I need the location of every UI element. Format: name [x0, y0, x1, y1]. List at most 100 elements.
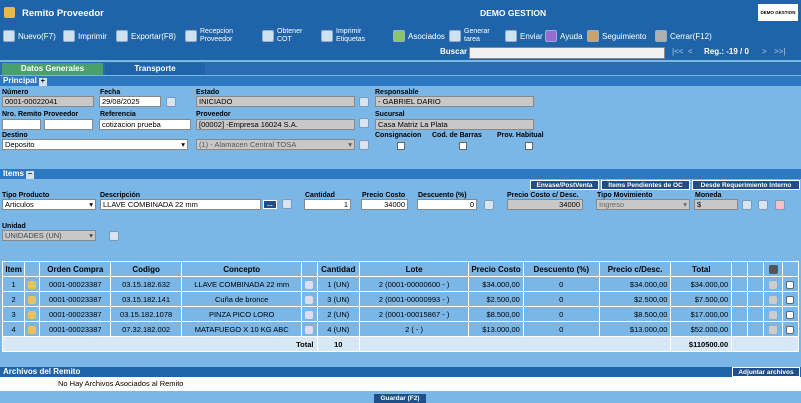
cantidad-label: Cantidad — [305, 192, 335, 199]
descripcion-lookup-button[interactable]: ... — [263, 200, 277, 209]
obtener-cot-button[interactable]: Obtener COT — [262, 26, 302, 46]
title-bar: Remito Proveedor DEMO GESTION DEMO GESTI… — [0, 0, 801, 26]
asociados-button[interactable]: Asociados — [393, 26, 445, 46]
concept-icon[interactable] — [305, 310, 314, 319]
col-precio-costo: Precio Costo — [468, 261, 524, 277]
prov-habitual-label: Prov. Habitual — [497, 132, 544, 139]
prov-habitual-checkbox[interactable] — [525, 142, 533, 150]
proveedor-field: [00002] -Empresa 16024 S.A. — [196, 119, 355, 130]
fecha-label: Fecha — [100, 89, 121, 96]
ayuda-button[interactable]: Ayuda — [545, 26, 583, 46]
order-icon[interactable] — [28, 295, 37, 304]
cancel-item-icon[interactable] — [775, 200, 785, 210]
col-precio-desc: Precio c/Desc. — [598, 261, 672, 277]
adjuntar-archivos-button[interactable]: Adjuntar archivos — [732, 367, 800, 377]
last-record-button[interactable]: >>| — [774, 47, 785, 56]
recepcion-proveedor-button[interactable]: Recepcion Proveedor — [185, 26, 233, 46]
row-checkbox[interactable] — [786, 280, 795, 289]
edit-row-icon[interactable] — [769, 280, 778, 289]
record-counter: Reg.: -19 / 0 — [704, 47, 749, 56]
concept-icon[interactable] — [305, 325, 314, 334]
table-row[interactable]: 4 0001-00023387 07.32.182.002 MATAFUEGO … — [1, 321, 800, 337]
collapse-icon[interactable]: − — [25, 171, 34, 179]
export-icon — [116, 30, 128, 42]
prev-record-button[interactable]: < — [688, 47, 693, 56]
chevron-down-icon: ▾ — [181, 140, 185, 149]
table-row[interactable]: 3 0001-00023387 03.15.182.1078 PINZA PIC… — [1, 306, 800, 322]
order-icon[interactable] — [28, 310, 37, 319]
tipo-producto-select[interactable]: Articulos ▾ — [2, 199, 96, 210]
imprimir-etiquetas-button[interactable]: Imprimir Etiquetas — [321, 26, 365, 46]
files-section-header: Archivos del Remito — [0, 367, 801, 377]
edit-item-icon[interactable] — [758, 200, 768, 210]
reception-icon — [185, 30, 197, 42]
tab-datos-generales[interactable]: Datos Generales — [2, 63, 103, 75]
descripcion-label: Descripción — [100, 192, 141, 199]
total-label: Total — [2, 336, 318, 352]
concept-icon[interactable] — [305, 295, 314, 304]
exportar-button[interactable]: Exportar(F8) — [116, 26, 176, 46]
label-icon — [321, 30, 333, 42]
row-checkbox[interactable] — [786, 295, 795, 304]
nuevo-button[interactable]: Nuevo(F7) — [3, 26, 56, 46]
responsable-field: - GABRIEL DARIO — [375, 96, 534, 107]
table-row[interactable]: 2 0001-00023387 03.15.182.141 Cuña de br… — [1, 291, 800, 307]
remito-proveedor-number[interactable] — [44, 119, 93, 130]
fecha-field[interactable]: 29/08/2025 — [99, 96, 161, 107]
descuento-field[interactable]: 0 — [417, 199, 477, 210]
envase-postventa-button[interactable]: Envase/PostVenta — [530, 180, 599, 190]
search-input[interactable] — [469, 47, 665, 59]
generar-tarea-button[interactable]: Generar tarea — [449, 26, 490, 46]
col-codigo: Codigo — [110, 261, 182, 277]
referencia-field[interactable]: cotizacion prueba — [99, 119, 191, 130]
unit-icon[interactable] — [109, 231, 119, 241]
refresh-icon[interactable] — [359, 140, 369, 150]
enviar-button[interactable]: Enviar — [505, 26, 543, 46]
order-icon[interactable] — [28, 325, 37, 334]
search-proveedor-icon[interactable] — [359, 118, 369, 128]
destino-select[interactable]: Deposito ▾ — [2, 139, 188, 150]
tab-transporte[interactable]: Transporte — [105, 63, 205, 75]
trash-icon[interactable] — [768, 264, 778, 274]
table-row[interactable]: 1 0001-00023387 03.15.182.632 LLAVE COMB… — [1, 276, 800, 292]
row-checkbox[interactable] — [786, 325, 795, 334]
cerrar-button[interactable]: Cerrar(F12) — [655, 26, 712, 46]
search-label: Buscar — [440, 47, 468, 56]
status-icon[interactable] — [359, 97, 369, 107]
edit-row-icon[interactable] — [769, 295, 778, 304]
descripcion-field[interactable]: LLAVE COMBINADA 22 mm — [100, 199, 261, 210]
edit-row-icon[interactable] — [769, 310, 778, 319]
no-files-message: No Hay Archivos Asociados al Remito — [58, 379, 184, 388]
first-record-button[interactable]: |<< — [672, 47, 683, 56]
almacen-select[interactable]: (1) - Alamacen Central TOSA ▾ — [196, 139, 355, 150]
associates-icon — [393, 30, 405, 42]
seguimiento-button[interactable]: Seguimiento — [587, 26, 646, 46]
next-record-button[interactable]: > — [762, 47, 767, 56]
new-item-icon[interactable] — [282, 199, 292, 209]
sucursal-label: Sucursal — [375, 111, 405, 118]
calendar-icon[interactable] — [166, 97, 176, 107]
codbarras-checkbox[interactable] — [459, 142, 467, 150]
destino-label: Destino — [2, 132, 28, 139]
save-item-icon[interactable] — [742, 200, 752, 210]
guardar-button[interactable]: Guardar (F2) — [374, 394, 426, 403]
desde-requerimiento-button[interactable]: Desde Requerimiento Interno — [692, 180, 800, 190]
items-pendientes-button[interactable]: Items Pendientes de OC — [601, 180, 690, 190]
toolbar: Nuevo(F7) Imprimir Exportar(F8) Recepcio… — [0, 26, 801, 46]
order-icon[interactable] — [28, 280, 37, 289]
precio-costo-field[interactable]: 34000 — [361, 199, 408, 210]
cantidad-field[interactable]: 1 — [304, 199, 351, 210]
row-checkbox[interactable] — [786, 310, 795, 319]
remito-proveedor-prefix[interactable] — [2, 119, 41, 130]
unidad-select[interactable]: UNIDADES (UN) ▾ — [2, 230, 96, 241]
concept-icon[interactable] — [305, 280, 314, 289]
tipo-movimiento-select[interactable]: Ingreso ▾ — [596, 199, 690, 210]
discount-icon[interactable] — [484, 200, 494, 210]
consignacion-checkbox[interactable] — [397, 142, 405, 150]
descuento-label: Descuento (%) — [418, 192, 467, 199]
expand-icon[interactable]: + — [38, 78, 47, 86]
chevron-down-icon: ▾ — [89, 231, 93, 240]
imprimir-button[interactable]: Imprimir — [63, 26, 107, 46]
numero-label: Número — [2, 89, 29, 96]
edit-row-icon[interactable] — [769, 325, 778, 334]
